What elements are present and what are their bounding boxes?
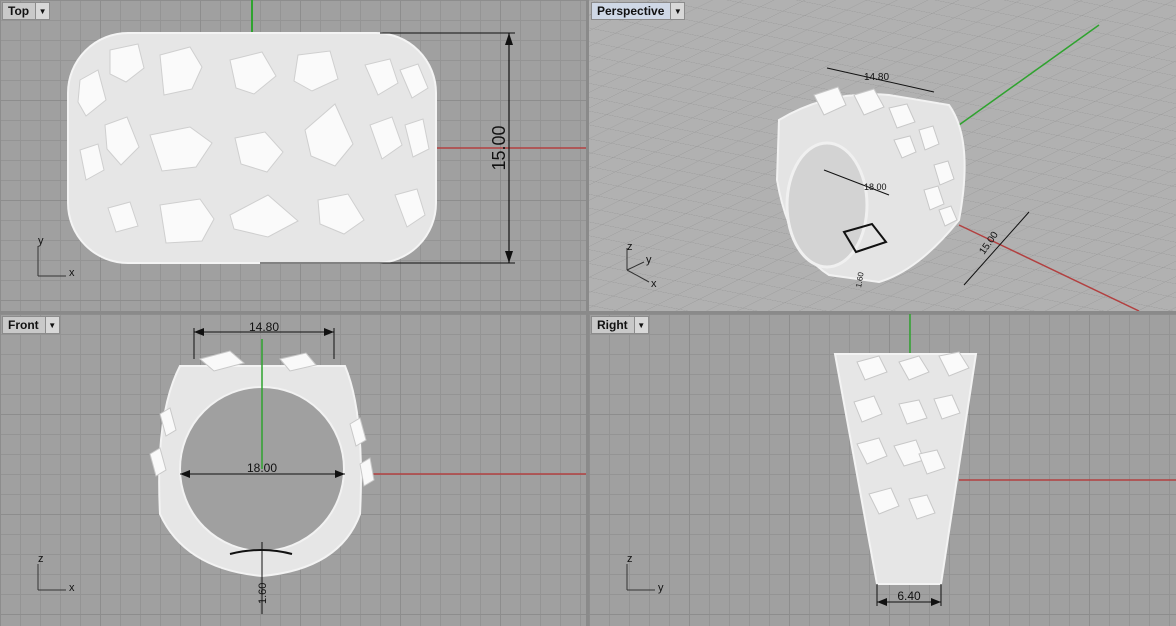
perspective-view-canvas: 14.80 18.00 15.00 1.60 z y x [589,0,1176,311]
ring-right-body [833,353,978,585]
dimension-label: 15.00 [489,125,509,170]
chevron-down-icon[interactable]: ▼ [44,317,59,333]
axis-label-x: x [69,267,75,279]
viewport-front[interactable]: Front ▼ 14.80 18.00 1.60 z x [0,314,586,626]
axis-label-z: z [627,241,633,253]
axis-label-x: x [651,278,657,290]
axis-label-y: y [646,254,652,266]
viewport-perspective[interactable]: 14.80 18.00 15.00 1.60 z y x Perspective… [589,0,1176,311]
viewport-right[interactable]: Right ▼ 6.40 z y [589,314,1176,626]
right-view-canvas: 6.40 z y [626,314,1176,606]
dimension-inner: 18.00 [247,461,277,475]
viewport-label: Front [8,318,39,332]
dimension-width: 6.40 [897,589,921,603]
viewport-title-perspective[interactable]: Perspective ▼ [591,2,686,20]
front-view-canvas: 14.80 18.00 1.60 z x [37,320,586,614]
dimension-width: 14.80 [249,320,279,334]
axis-label-z: z [38,553,44,565]
axis-label-y: y [38,235,44,247]
viewport-title-front[interactable]: Front ▼ [2,316,60,334]
viewport-label: Perspective [597,4,665,18]
chevron-down-icon[interactable]: ▼ [633,317,648,333]
axis-label-x: x [69,582,75,594]
viewport-title-top[interactable]: Top ▼ [2,2,51,20]
viewport-label: Top [8,4,30,18]
axis-label-z: z [627,553,633,565]
dimension-thickness: 1.60 [257,583,269,604]
viewport-label: Right [597,318,628,332]
viewport-top[interactable]: Top ▼ 15.00 y x [0,0,586,311]
top-view-canvas: 15.00 y x [37,0,586,279]
chevron-down-icon[interactable]: ▼ [35,3,50,19]
viewport-title-right[interactable]: Right ▼ [591,316,649,334]
dimension-width: 14.80 [864,72,889,83]
dimension-inner: 18.00 [864,182,887,192]
chevron-down-icon[interactable]: ▼ [670,3,685,19]
axis-label-y: y [658,582,664,594]
